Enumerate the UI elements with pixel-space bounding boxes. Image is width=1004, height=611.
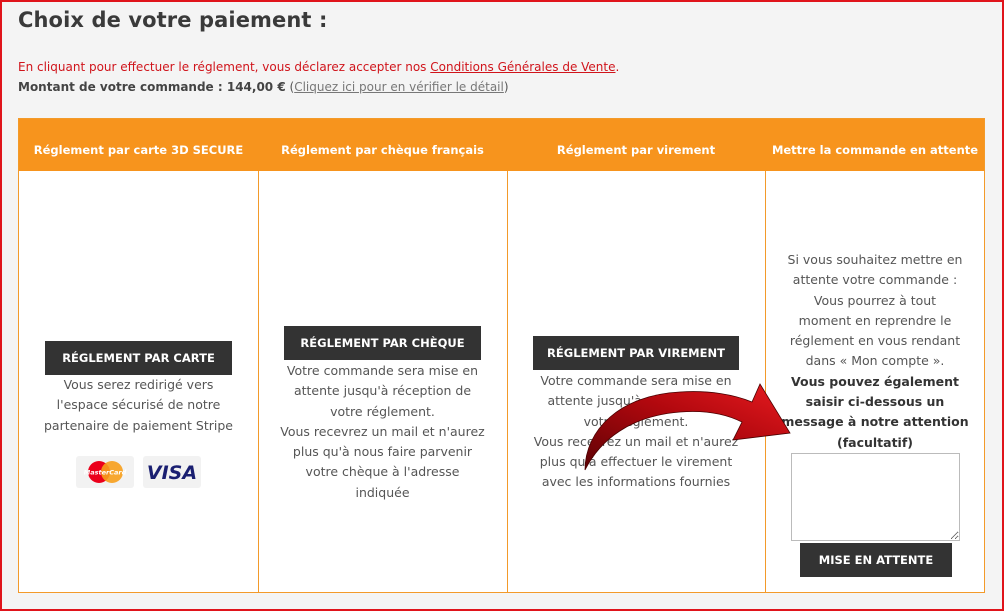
transfer-desc-line: Vous recevrez un mail et n'aurez [533, 433, 739, 449]
transfer-desc-line: avec les informations fournies [541, 474, 731, 490]
terms-link[interactable]: Conditions Générales de Vente [430, 60, 615, 74]
cheque-desc-line: votre réglement. [330, 403, 435, 419]
header-card: Réglement par carte 3D SECURE [33, 143, 244, 157]
order-detail-link[interactable]: Cliquez ici pour en vérifier le détail [294, 80, 504, 94]
transfer-desc-line: votre réglement. [583, 413, 689, 429]
put-on-hold-button[interactable]: MISE EN ATTENTE [800, 543, 952, 577]
card-desc-line: l'espace sécurisé de notre [56, 397, 221, 413]
transfer-desc-line: Votre commande sera mise en [540, 373, 732, 388]
header-transfer: Réglement par virement [556, 143, 716, 157]
cheque-desc-line: indiquée [355, 484, 410, 500]
mastercard-logo: MasterCard [76, 456, 134, 488]
table-header: Réglement par carte 3D SECURE Réglement … [19, 119, 984, 171]
cheque-description: Votre commande sera mise en attente jusq… [258, 361, 507, 503]
hold-message-hint: Vous pouvez également [791, 373, 959, 389]
pay-by-card-button[interactable]: RÉGLEMENT PAR CARTE [45, 341, 232, 375]
hold-desc-line: attente votre commande : [792, 272, 958, 288]
card-desc-line: partenaire de paiement Stripe [43, 417, 233, 433]
hold-message-textarea[interactable] [791, 453, 960, 541]
mastercard-logo-text: MasterCard [84, 469, 127, 477]
pay-by-transfer-button[interactable]: RÉGLEMENT PAR VIREMENT [533, 336, 739, 370]
transfer-desc-line: plus qu'à effectuer le virement [539, 454, 733, 470]
terms-notice-text: En cliquant pour effectuer le réglement,… [18, 60, 431, 74]
cheque-desc-line: Votre commande sera mise en [286, 363, 479, 378]
hold-desc-line: Vous pourrez à tout [813, 292, 937, 308]
cheque-desc-line: plus qu'à nous faire parvenir [292, 444, 473, 460]
transfer-description: Votre commande sera mise en attente jusq… [507, 371, 765, 493]
hold-desc-line: moment en reprendre le [798, 312, 952, 328]
hold-desc-line: dans « Mon compte ». [805, 353, 945, 369]
hold-message-hint: saisir ci-dessous un [805, 394, 945, 410]
cheque-desc-line: votre chèque à l'adresse [305, 464, 460, 480]
hold-message-hint: (facultatif) [836, 434, 913, 450]
visa-logo: VISA [143, 456, 201, 488]
hold-description: Si vous souhaitez mettre en attente votr… [765, 250, 985, 453]
order-amount-label: Montant de votre commande : 144,00 € [18, 80, 286, 94]
terms-notice: En cliquant pour effectuer le réglement,… [18, 60, 619, 74]
page-title: Choix de votre paiement : [18, 8, 328, 32]
card-description: Vous serez redirigé vers l'espace sécuri… [19, 375, 258, 436]
transfer-desc-line: attente jusqu'à réception de [547, 393, 725, 409]
cheque-desc-line: attente jusqu'à réception de [293, 383, 472, 399]
terms-notice-end: . [615, 60, 620, 74]
order-amount: Montant de votre commande : 144,00 € (Cl… [18, 80, 509, 94]
pay-by-cheque-button[interactable]: RÉGLEMENT PAR CHÈQUE [284, 326, 481, 360]
header-cheque: Réglement par chèque français [281, 143, 484, 157]
visa-logo-text: VISA [147, 462, 197, 484]
cheque-desc-line: Vous recevrez un mail et n'aurez [280, 423, 485, 439]
header-hold: Mettre la commande en attente [771, 143, 979, 157]
hold-desc-line: Si vous souhaitez mettre en [787, 252, 963, 267]
hold-desc-line: réglement en vous rendant [789, 333, 961, 349]
card-desc-line: Vous serez redirigé vers [63, 377, 214, 392]
hold-message-hint: message à notre attention [781, 414, 969, 430]
payment-options-table: Réglement par carte 3D SECURE Réglement … [18, 118, 985, 593]
